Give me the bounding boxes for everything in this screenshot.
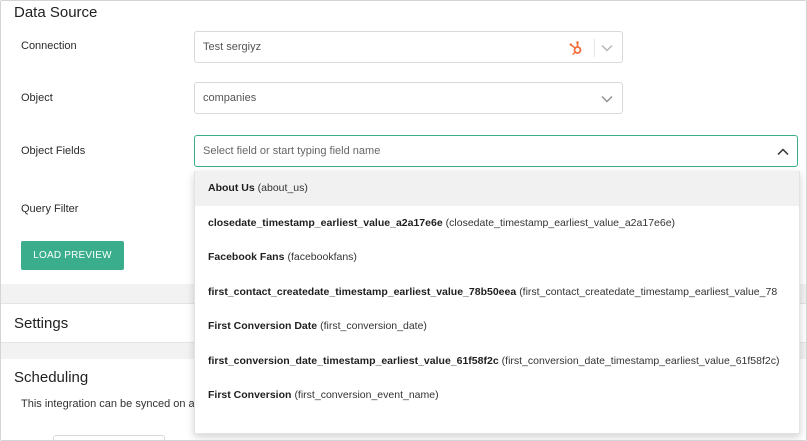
connection-select[interactable]: Test sergiyz (194, 31, 623, 63)
integration-panel: Data Source Connection Test sergiyz Obje… (0, 0, 807, 441)
dropdown-option[interactable]: First Conversion (first_conversion_event_… (195, 378, 799, 413)
object-label: Object (21, 92, 53, 104)
hubspot-icon (568, 40, 584, 56)
chevron-down-icon[interactable] (601, 95, 613, 103)
connection-label: Connection (21, 40, 77, 52)
chevron-down-icon[interactable] (601, 44, 613, 52)
object-fields-placeholder[interactable]: Select field or start typing field name (203, 145, 380, 157)
connection-value: Test sergiyz (203, 41, 262, 53)
object-fields-label: Object Fields (21, 145, 86, 157)
settings-title[interactable]: Settings (14, 315, 68, 332)
dropdown-option[interactable]: Facebook Fans (facebookfans) (195, 240, 799, 275)
dropdown-option-partial[interactable] (195, 413, 799, 434)
scheduling-title: Scheduling (14, 369, 89, 386)
dropdown-option[interactable]: first_conversion_date_timestamp_earliest… (195, 344, 799, 379)
chevron-up-icon[interactable] (777, 148, 789, 156)
object-fields-dropdown[interactable]: About Us (about_us) closedate_timestamp_e… (194, 171, 800, 434)
dropdown-option[interactable]: First Conversion Date (first_conversion_d… (195, 309, 799, 344)
dropdown-option[interactable]: first_contact_createdate_timestamp_earli… (195, 275, 799, 310)
data-source-title: Data Source (14, 4, 98, 21)
schedule-select[interactable] (53, 435, 165, 440)
dropdown-option[interactable]: About Us (about_us) (195, 171, 799, 206)
object-select[interactable]: companies (194, 82, 623, 114)
divider (594, 39, 595, 57)
dropdown-option[interactable]: closedate_timestamp_earliest_value_a2a17… (195, 206, 799, 241)
query-filter-label: Query Filter (21, 203, 79, 215)
object-value: companies (203, 92, 257, 104)
scheduling-note: This integration can be synced on a (21, 398, 195, 410)
object-fields-select[interactable]: Select field or start typing field name (194, 135, 798, 167)
load-preview-button[interactable]: LOAD PREVIEW (21, 241, 124, 270)
